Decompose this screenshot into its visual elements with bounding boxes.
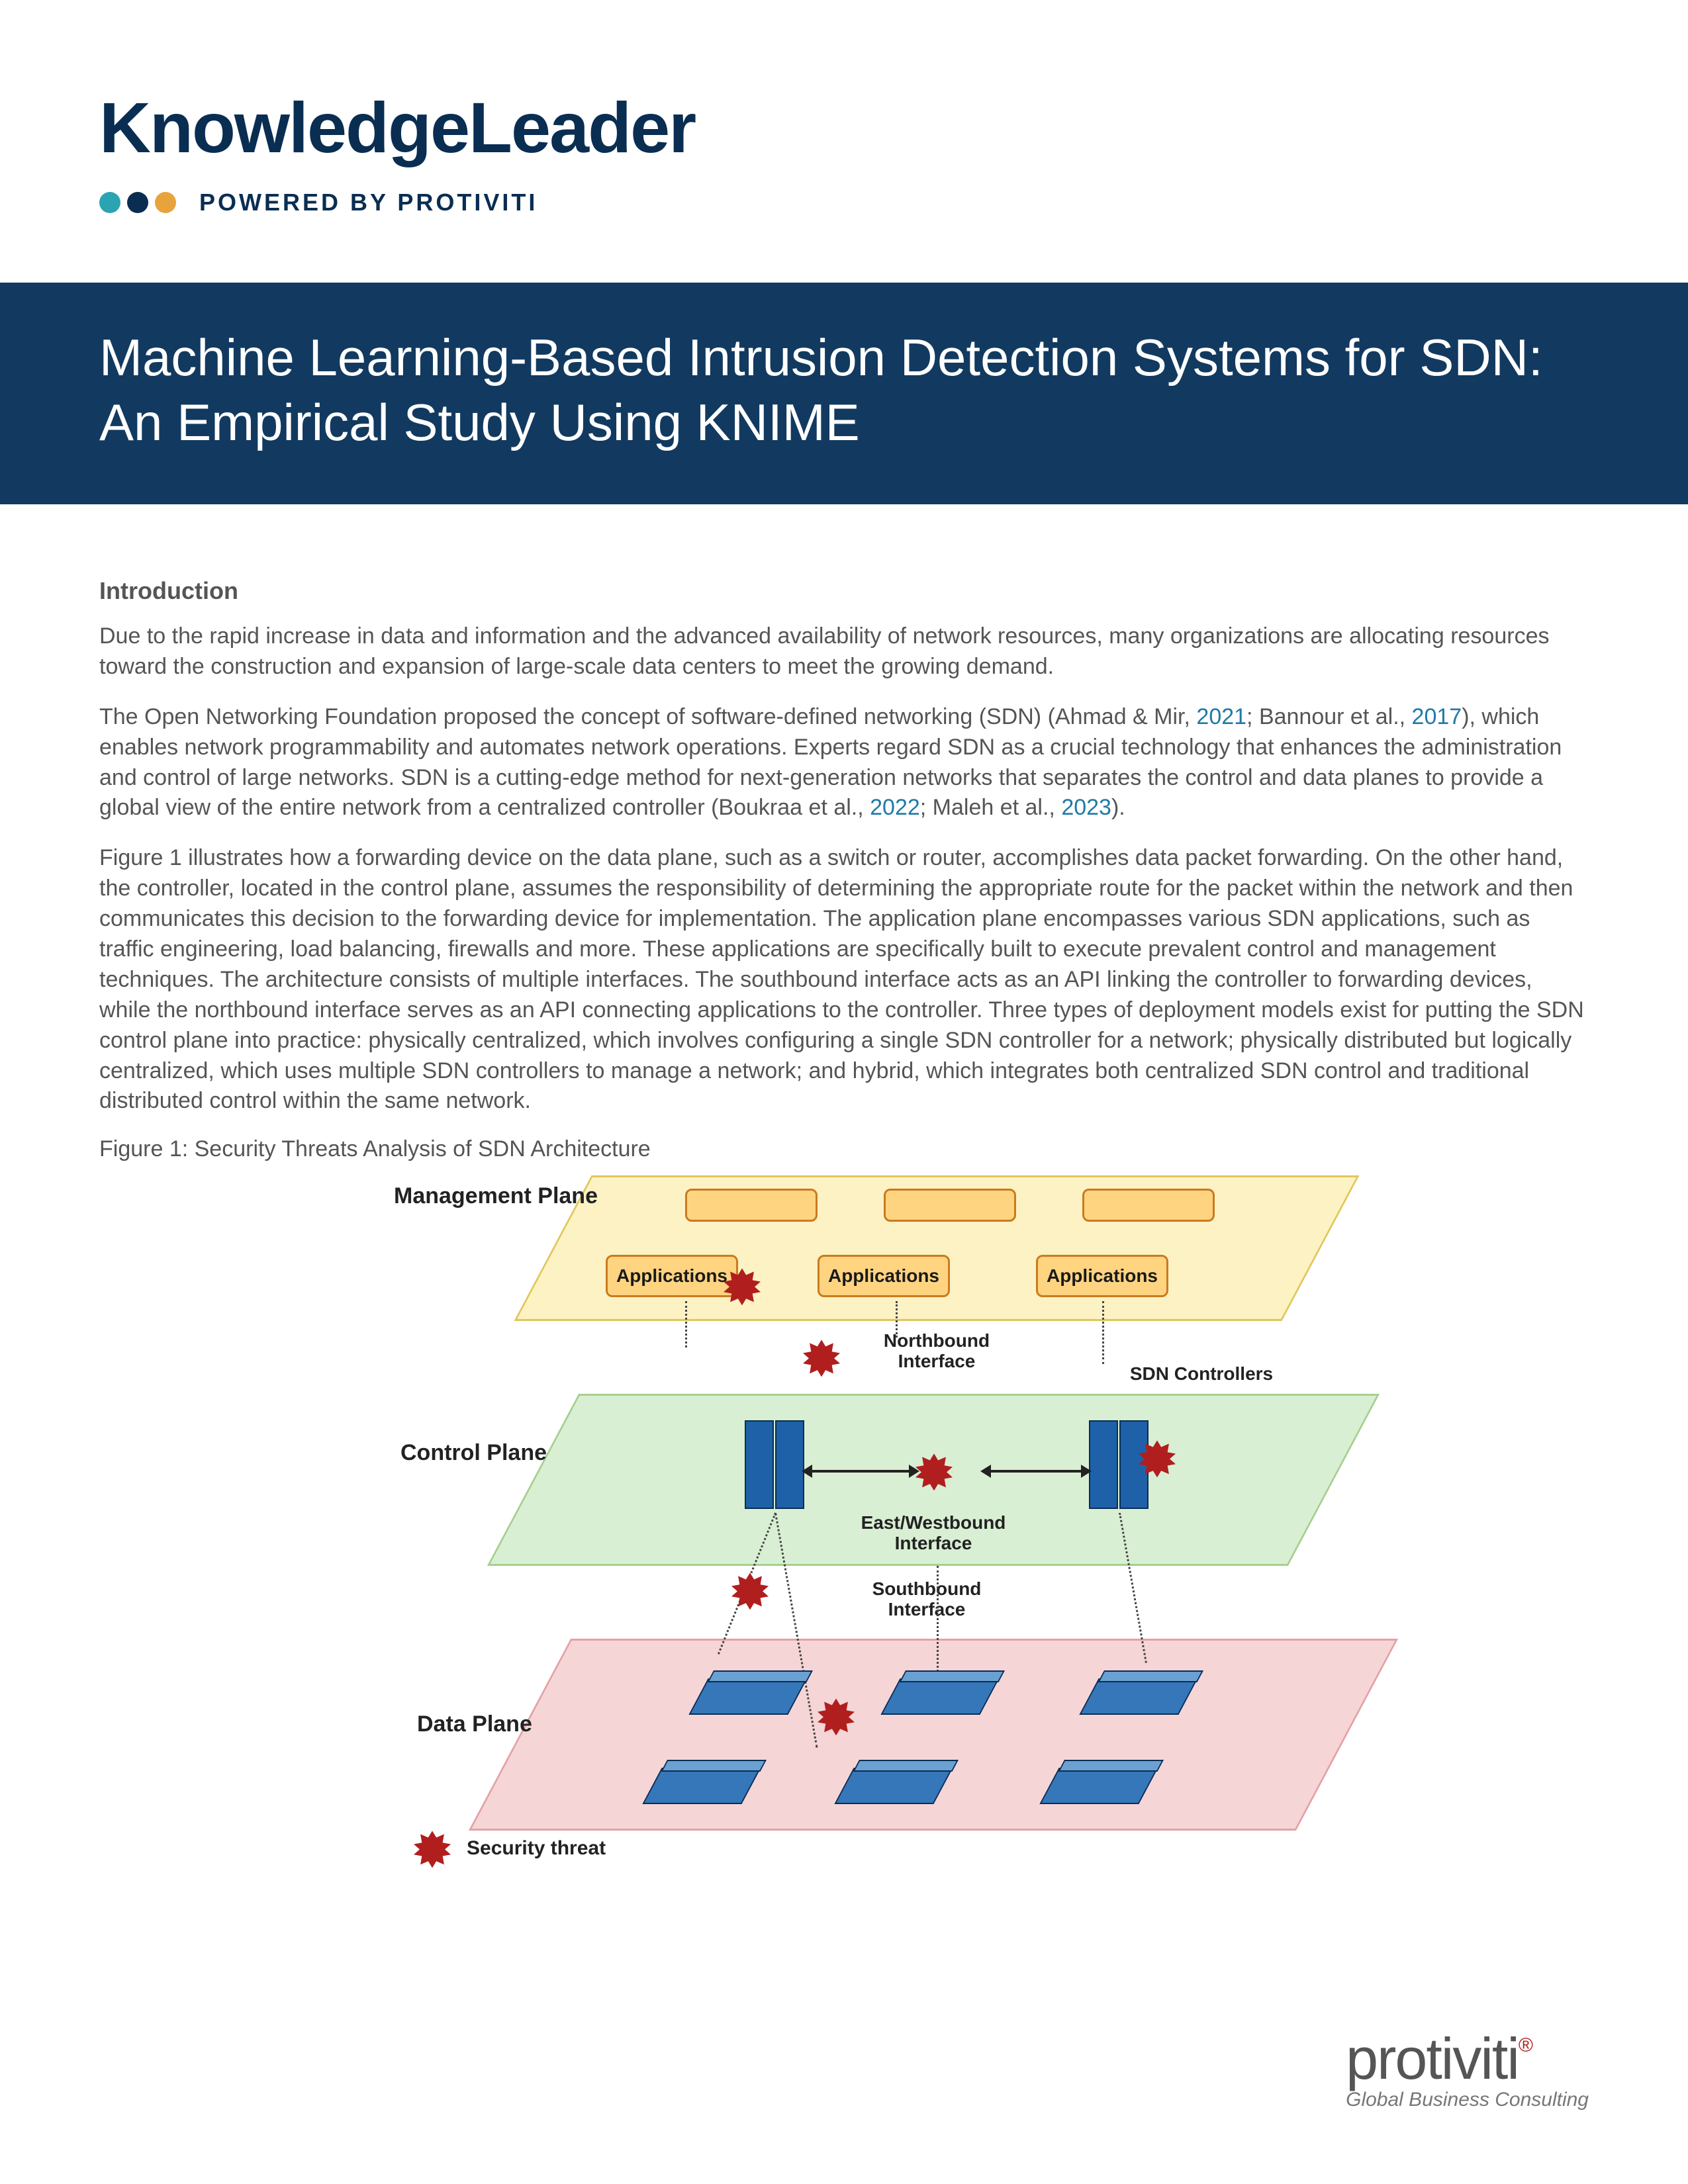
paragraph: Figure 1 illustrates how a forwarding de… (99, 843, 1589, 1116)
citation-link[interactable]: 2021 (1196, 704, 1246, 729)
applications-box: Applications (606, 1255, 738, 1297)
app-box-icon (685, 1189, 818, 1222)
sdn-architecture-figure: Management Plane Control Plane Data Plan… (341, 1175, 1347, 1884)
registered-icon: ® (1519, 2034, 1532, 2056)
text-run: ). (1111, 795, 1125, 820)
subbrand-row: POWERED BY PROTIVITI (99, 189, 1589, 216)
citation-link[interactable]: 2023 (1061, 795, 1111, 820)
citation-link[interactable]: 2017 (1412, 704, 1462, 729)
management-plane-label: Management Plane (394, 1183, 598, 1209)
dot-icon (155, 192, 176, 213)
footer: protiviti® Global Business Consulting (1346, 2025, 1589, 2111)
paragraph: The Open Networking Foundation proposed … (99, 702, 1589, 824)
dot-icon (127, 192, 148, 213)
section-heading: Introduction (99, 577, 1589, 605)
app-box-icon (1082, 1189, 1215, 1222)
footer-tagline: Global Business Consulting (1346, 2089, 1589, 2111)
bidirectional-arrow-icon (990, 1470, 1082, 1473)
security-threat-icon (414, 1831, 451, 1868)
security-threat-icon (803, 1340, 840, 1377)
threat-legend-label: Security threat (467, 1837, 606, 1860)
sdn-controllers-label: SDN Controllers (1115, 1364, 1288, 1385)
title-bar: Machine Learning-Based Intrusion Detecti… (0, 283, 1688, 504)
northbound-interface-label: Northbound Interface (864, 1331, 1009, 1372)
document-title: Machine Learning-Based Intrusion Detecti… (99, 326, 1589, 455)
dot-icon (99, 192, 120, 213)
southbound-interface-label: Southbound Interface (851, 1579, 1003, 1620)
figure-caption: Figure 1: Security Threats Analysis of S… (99, 1136, 1589, 1162)
switch-icon (834, 1768, 953, 1804)
text-run: ; Bannour et al., (1246, 704, 1412, 729)
data-plane-label: Data Plane (417, 1711, 532, 1737)
switch-icon (1079, 1678, 1197, 1715)
footer-brand: protiviti® (1346, 2025, 1589, 2093)
connector-line (685, 1301, 687, 1347)
connector-line (1102, 1301, 1104, 1364)
switch-icon (880, 1678, 999, 1715)
connector-line (937, 1566, 939, 1672)
citation-link[interactable]: 2022 (870, 795, 920, 820)
content-area: Introduction Due to the rapid increase i… (0, 504, 1688, 1910)
switch-icon (1039, 1768, 1158, 1804)
switch-icon (688, 1678, 807, 1715)
powered-by-text: POWERED BY PROTIVITI (199, 189, 538, 216)
text-run: ; Maleh et al., (920, 795, 1062, 820)
brand-title: KnowledgeLeader (99, 86, 1589, 169)
east-west-interface-label: East/Westbound Interface (851, 1513, 1016, 1554)
brand-dots (99, 192, 176, 213)
switch-icon (642, 1768, 761, 1804)
text-run: The Open Networking Foundation proposed … (99, 704, 1196, 729)
figure-container: Management Plane Control Plane Data Plan… (99, 1175, 1589, 1884)
footer-brand-text: protiviti (1346, 2026, 1519, 2091)
control-plane-label: Control Plane (400, 1440, 547, 1466)
applications-box: Applications (1036, 1255, 1168, 1297)
app-box-icon (884, 1189, 1016, 1222)
sdn-controller-icon (745, 1420, 804, 1506)
applications-box: Applications (818, 1255, 950, 1297)
page-header: KnowledgeLeader POWERED BY PROTIVITI (0, 0, 1688, 243)
connector-line (896, 1301, 898, 1338)
paragraph: Due to the rapid increase in data and in… (99, 621, 1589, 682)
bidirectional-arrow-icon (811, 1470, 910, 1473)
